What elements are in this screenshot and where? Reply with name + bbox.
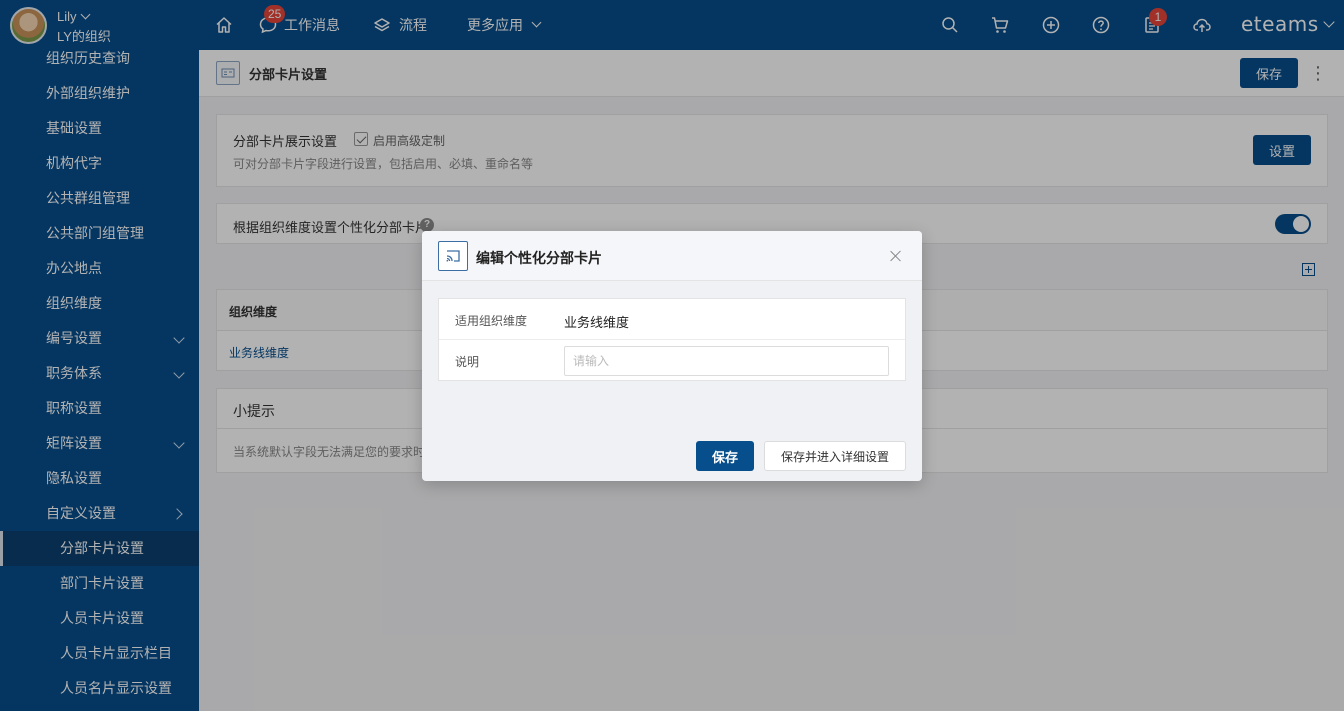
dimension-label: 适用组织维度: [455, 314, 528, 328]
edit-card-dialog: 编辑个性化分部卡片 适用组织维度 业务线维度 说明 保存 保存并进入详细设置: [422, 231, 922, 481]
cast-icon: [438, 241, 468, 271]
description-input[interactable]: [564, 346, 889, 376]
dimension-value: 业务线维度: [564, 315, 630, 330]
dialog-title: 编辑个性化分部卡片: [476, 250, 602, 266]
save-and-detail-button[interactable]: 保存并进入详细设置: [764, 441, 906, 471]
dialog-header: 编辑个性化分部卡片: [422, 231, 922, 281]
dialog-form: 适用组织维度 业务线维度 说明: [438, 298, 906, 381]
close-icon[interactable]: [888, 248, 904, 264]
form-row-dimension: 适用组织维度 业务线维度: [439, 299, 905, 340]
form-row-description: 说明: [439, 340, 905, 381]
description-label: 说明: [455, 355, 480, 369]
dialog-save-button[interactable]: 保存: [696, 441, 754, 471]
